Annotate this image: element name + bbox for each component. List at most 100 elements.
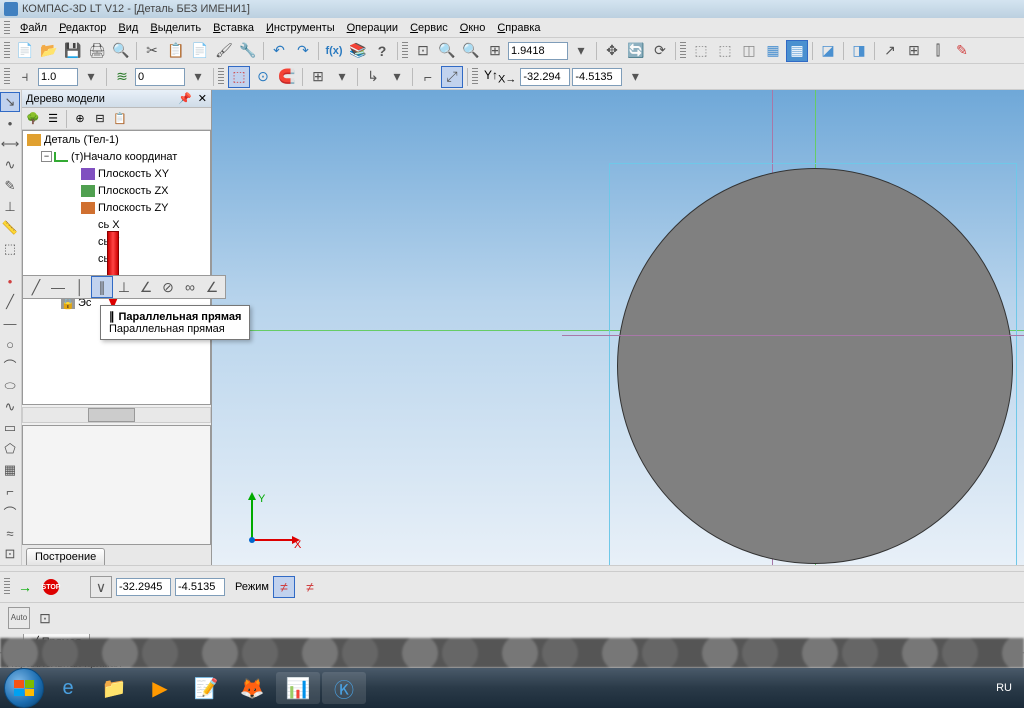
measure-tool[interactable]: 📏 (0, 218, 20, 238)
aux-line-angle[interactable]: ∠ (135, 276, 157, 298)
hidden-button[interactable]: ⬚ (714, 40, 736, 62)
line-tool[interactable]: • (0, 271, 20, 291)
pin-icon[interactable]: 📌 (178, 92, 192, 105)
layers-icon[interactable]: ≋ (111, 66, 133, 88)
aux-line-parallel[interactable]: ∥ (91, 276, 113, 298)
menu-service[interactable]: Сервис (404, 20, 454, 36)
taskbar-firefox[interactable]: 🦊 (230, 672, 274, 704)
tree-plane-xy[interactable]: Плоскость XY (98, 168, 169, 180)
aux-line-horiz[interactable]: — (47, 276, 69, 298)
zoom-input[interactable] (508, 42, 568, 60)
tab-build[interactable]: Построение (26, 548, 105, 565)
zoom-window-button[interactable]: ⊞ (484, 40, 506, 62)
ellipse-tool[interactable]: ⬭ (0, 376, 20, 396)
aux-line-vert[interactable]: │ (69, 276, 91, 298)
collect-tool[interactable]: ⊡ (0, 544, 20, 564)
properties-button[interactable]: 🔧 (237, 40, 259, 62)
list-view-icon[interactable]: ☰ (44, 110, 62, 128)
aux-line-free[interactable]: ╱ (25, 276, 47, 298)
taskbar-kompas[interactable]: Ⓚ (322, 672, 366, 704)
cut-button[interactable]: ✂ (141, 40, 163, 62)
menu-tools[interactable]: Инструменты (260, 20, 341, 36)
menu-file[interactable]: Файл (14, 20, 53, 36)
snap-input[interactable] (38, 68, 78, 86)
taskbar-notes[interactable]: 📝 (184, 672, 228, 704)
tree-tool-icon[interactable]: ⊟ (91, 110, 109, 128)
symbol-tool[interactable]: ∿ (0, 155, 20, 175)
dropdown-icon[interactable]: ▾ (386, 66, 408, 88)
spline-tool[interactable]: ∿ (0, 397, 20, 417)
mode-both-button[interactable]: ≠ (273, 576, 295, 598)
coord-x-input[interactable] (520, 68, 570, 86)
dropdown-icon[interactable]: ▾ (570, 40, 592, 62)
dropdown-icon[interactable]: ▾ (187, 66, 209, 88)
perspective-button[interactable]: ◪ (817, 40, 839, 62)
local-cs-button[interactable]: ↳ (362, 66, 384, 88)
copy-button[interactable]: 📋 (165, 40, 187, 62)
taskbar-ie[interactable]: e (46, 672, 90, 704)
tree-root[interactable]: Деталь (Тел-1) (44, 134, 119, 146)
taskbar-powerpoint[interactable]: 📊 (276, 672, 320, 704)
pan-button[interactable]: ✥ (601, 40, 623, 62)
grid-button[interactable]: ⊞ (307, 66, 329, 88)
menu-help[interactable]: Справка (491, 20, 546, 36)
tree-origin[interactable]: (т)Начало координат (71, 151, 177, 163)
aux-line-tool[interactable]: ╱ (0, 292, 20, 312)
wireframe-button[interactable]: ⬚ (690, 40, 712, 62)
zoom-fit-button[interactable]: ⊡ (412, 40, 434, 62)
tree-view-icon[interactable]: 🌳 (24, 110, 42, 128)
print-button[interactable]: 🖨 (86, 40, 108, 62)
refresh-button[interactable]: ⟳ (649, 40, 671, 62)
coord-y-input[interactable] (572, 68, 622, 86)
zoom-out-button[interactable]: 🔍 (460, 40, 482, 62)
section-button[interactable]: ◨ (848, 40, 870, 62)
prop-x-input[interactable] (116, 578, 171, 596)
menu-edit[interactable]: Редактор (53, 20, 112, 36)
point-tool[interactable]: • (0, 113, 20, 133)
no-hidden-button[interactable]: ◫ (738, 40, 760, 62)
zoom-in-button[interactable]: 🔍 (436, 40, 458, 62)
shaded-edges-button[interactable]: ▦ (786, 40, 808, 62)
menu-select[interactable]: Выделить (144, 20, 207, 36)
start-button[interactable] (4, 668, 44, 708)
tree-plane-zy[interactable]: Плоскость ZY (98, 202, 169, 214)
save-button[interactable]: 💾 (62, 40, 84, 62)
shaded-button[interactable]: ▦ (762, 40, 784, 62)
variables-button[interactable]: f(x) (323, 40, 345, 62)
taskbar-media[interactable]: ▶ (138, 672, 182, 704)
orientation-button[interactable]: ↗ (879, 40, 901, 62)
arc-tool[interactable]: ⌒ (0, 355, 20, 375)
circle-tool[interactable]: ○ (0, 334, 20, 354)
reset-button[interactable]: ⊡ (34, 607, 56, 629)
prop-y-input[interactable] (175, 578, 225, 596)
horizontal-scrollbar[interactable] (22, 407, 211, 423)
menu-view[interactable]: Вид (112, 20, 144, 36)
undo-button[interactable]: ↶ (268, 40, 290, 62)
offset-tool[interactable]: ≈ (0, 523, 20, 543)
help-button[interactable]: ? (371, 40, 393, 62)
segment-tool[interactable]: — (0, 313, 20, 333)
menu-insert[interactable]: Вставка (207, 20, 260, 36)
dimension-tool[interactable]: ⟷ (0, 134, 20, 154)
menu-operations[interactable]: Операции (341, 20, 404, 36)
aux-line-perp[interactable]: ⊥ (113, 276, 135, 298)
open-button[interactable]: 📂 (38, 40, 60, 62)
round-button[interactable]: ⤢ (441, 66, 463, 88)
paste-button[interactable]: 📄 (189, 40, 211, 62)
rotate-button[interactable]: 🔄 (625, 40, 647, 62)
select-tool[interactable]: ⬚ (0, 239, 20, 259)
preview-button[interactable]: 🔍 (110, 40, 132, 62)
tree-tool2-icon[interactable]: 📋 (111, 110, 129, 128)
expand-icon[interactable]: ⊕ (71, 110, 89, 128)
dropdown-icon[interactable]: ▾ (331, 66, 353, 88)
aux-line-tangent2[interactable]: ∞ (179, 276, 201, 298)
copy-props-button[interactable]: 🖌 (213, 40, 235, 62)
fillet-tool[interactable]: ⌒ (0, 502, 20, 522)
close-icon[interactable]: ✕ (198, 92, 207, 105)
ortho-button[interactable]: ⬚ (228, 66, 250, 88)
fill-tool[interactable]: ▦ (0, 460, 20, 480)
library-button[interactable]: 📚 (347, 40, 369, 62)
rect-tool[interactable]: ▭ (0, 418, 20, 438)
new-button[interactable]: 📄 (14, 40, 36, 62)
language-indicator[interactable]: RU (996, 682, 1012, 694)
